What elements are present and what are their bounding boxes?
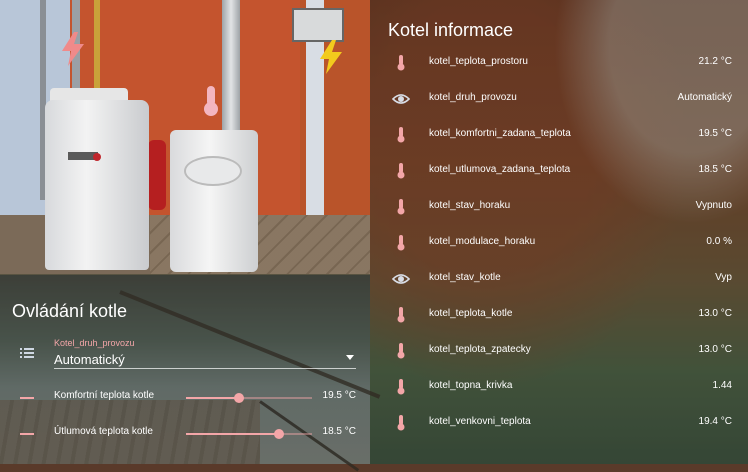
entity-row[interactable]: kotel_druh_provozu Automatický	[370, 86, 748, 110]
slider-label: Komfortní teplota kotle	[54, 390, 155, 401]
entity-row[interactable]: kotel_utlumova_zadana_teplota 18.5 °C	[370, 158, 748, 182]
entity-name[interactable]: kotel_teplota_prostoru	[429, 56, 528, 67]
photo-expansion-tank	[148, 140, 166, 210]
slider-thumb[interactable]	[233, 393, 244, 403]
entity-state: 18.5 °C	[698, 164, 732, 175]
entity-name[interactable]: kotel_komfortni_zadana_teplota	[429, 128, 571, 139]
card-title: Ovládání kotle	[12, 301, 128, 321]
entity-state: 13.0 °C	[698, 308, 732, 319]
comfort-temperature-slider[interactable]	[186, 393, 312, 403]
entity-state: Vyp	[715, 272, 732, 283]
select-label: Kotel_druh_provozu	[54, 338, 135, 348]
entity-row[interactable]: kotel_topna_krivka 1.44	[370, 374, 748, 398]
entity-name[interactable]: kotel_druh_provozu	[429, 92, 517, 103]
eye-icon	[391, 270, 411, 288]
flash-icon[interactable]	[60, 32, 86, 66]
operation-mode-select[interactable]: Kotel_druh_provozu Automatický	[54, 336, 356, 369]
entity-state: 0.0 %	[706, 236, 732, 247]
entity-row[interactable]: kotel_stav_kotle Vyp	[370, 266, 748, 290]
entity-name[interactable]: kotel_utlumova_zadana_teplota	[429, 164, 570, 175]
entity-state: 19.5 °C	[698, 128, 732, 139]
boiler-info-card: Kotel informace kotel_teplota_prostoru 21…	[370, 0, 748, 464]
list-icon	[20, 348, 34, 358]
slider-fill	[186, 397, 239, 399]
photo-flue-pipe	[222, 0, 240, 138]
entity-name[interactable]: kotel_venkovni_teplota	[429, 416, 531, 427]
eye-icon	[391, 90, 411, 108]
thermometer-icon	[392, 306, 410, 324]
photo-electric-box	[292, 8, 344, 42]
thermometer-icon[interactable]	[198, 84, 224, 118]
entity-state: 13.0 °C	[698, 344, 732, 355]
entity-name[interactable]: kotel_topna_krivka	[429, 380, 512, 391]
thermometer-icon	[392, 198, 410, 216]
slider-thumb[interactable]	[274, 429, 285, 439]
entity-row[interactable]: kotel_stav_horaku Vypnuto	[370, 194, 748, 218]
select-value: Automatický	[54, 352, 125, 367]
entity-name[interactable]: kotel_modulace_horaku	[429, 236, 535, 247]
entity-row[interactable]: kotel_teplota_kotle 13.0 °C	[370, 302, 748, 326]
entity-state: Automatický	[677, 92, 732, 103]
thermometer-icon	[392, 54, 410, 72]
entity-name[interactable]: kotel_stav_kotle	[429, 272, 501, 283]
thermometer-icon	[392, 378, 410, 396]
flash-icon[interactable]	[318, 40, 344, 74]
setback-temperature-slider-row: Útlumová teplota kotle 18.5 °C	[0, 422, 370, 446]
entity-row[interactable]: kotel_teplota_zpatecky 13.0 °C	[370, 338, 748, 362]
photo-pipe	[94, 0, 100, 100]
slider-value: 18.5 °C	[322, 426, 356, 437]
thermometer-icon	[392, 126, 410, 144]
entity-state: 21.2 °C	[698, 56, 732, 67]
slider-icon	[20, 397, 34, 399]
thermometer-icon	[392, 342, 410, 360]
slider-label: Útlumová teplota kotle	[54, 426, 153, 437]
boiler-room-picture-card[interactable]	[0, 0, 370, 274]
photo-heater-logo	[93, 153, 101, 161]
chevron-down-icon[interactable]	[346, 355, 354, 360]
entity-name[interactable]: kotel_stav_horaku	[429, 200, 510, 211]
photo-boiler-panel	[184, 156, 242, 186]
photo-water-heater	[45, 100, 149, 270]
card-title: Kotel informace	[388, 20, 514, 40]
slider-icon	[20, 433, 34, 435]
entity-name[interactable]: kotel_teplota_zpatecky	[429, 344, 531, 355]
setback-temperature-slider[interactable]	[186, 429, 312, 439]
entity-row[interactable]: kotel_teplota_prostoru 21.2 °C	[370, 50, 748, 74]
entity-row[interactable]: kotel_venkovni_teplota 19.4 °C	[370, 410, 748, 434]
thermometer-icon	[392, 234, 410, 252]
entity-state: 1.44	[712, 380, 732, 391]
entity-name[interactable]: kotel_teplota_kotle	[429, 308, 512, 319]
thermometer-icon	[392, 414, 410, 432]
entity-row[interactable]: kotel_modulace_horaku 0.0 %	[370, 230, 748, 254]
comfort-temperature-slider-row: Komfortní teplota kotle 19.5 °C	[0, 386, 370, 410]
slider-fill	[186, 433, 280, 435]
photo-gas-boiler	[170, 130, 258, 272]
slider-value: 19.5 °C	[322, 390, 356, 401]
entity-state: Vypnuto	[695, 200, 732, 211]
entity-row[interactable]: kotel_komfortni_zadana_teplota 19.5 °C	[370, 122, 748, 146]
thermometer-icon	[392, 162, 410, 180]
entity-state: 19.4 °C	[698, 416, 732, 427]
